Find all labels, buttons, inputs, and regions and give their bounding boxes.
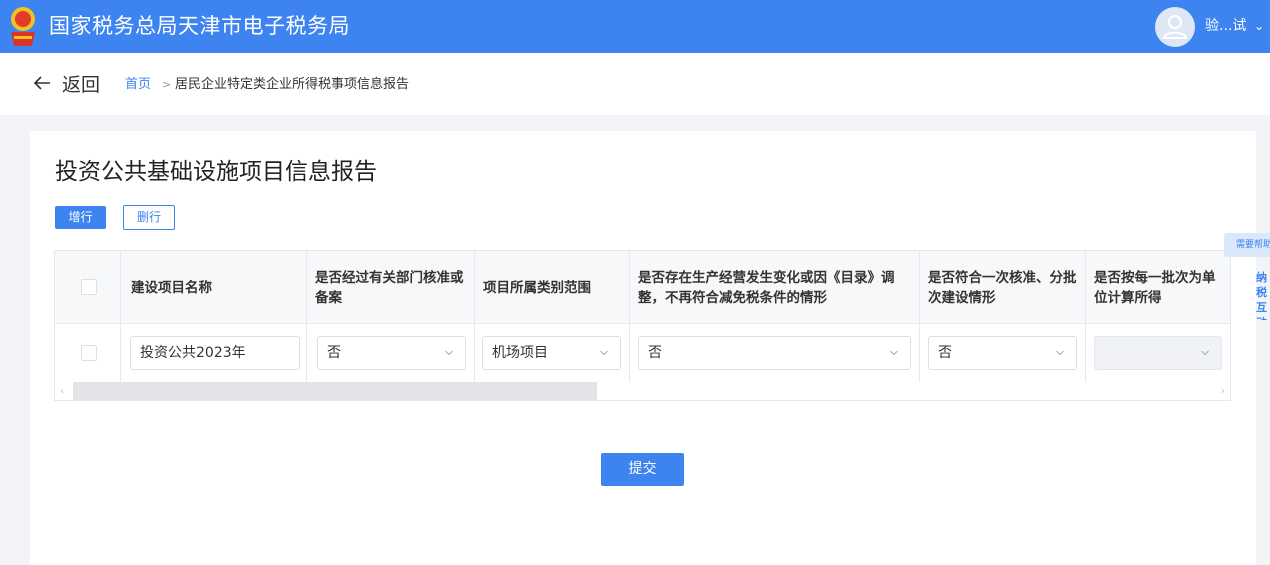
changed-select[interactable]: 否 (638, 336, 911, 370)
select-all-cell (55, 251, 121, 324)
batch-build-select-value: 否 (938, 345, 952, 361)
row-checkbox[interactable] (81, 345, 97, 361)
interaction-float[interactable]: 纳税互动 (1256, 270, 1270, 320)
avatar[interactable] (1155, 7, 1195, 47)
per-batch-cell (1086, 324, 1230, 382)
scroll-thumb[interactable] (73, 382, 597, 400)
per-batch-select[interactable] (1094, 336, 1222, 370)
chevron-down-icon (600, 350, 608, 356)
user-icon (1162, 15, 1188, 39)
project-table: 建设项目名称 是否经过有关部门核准或备案 项目所属类别范围 是否存在生产经营发生… (54, 250, 1231, 401)
scroll-right-icon[interactable]: › (1221, 384, 1225, 398)
back-button[interactable]: 返回 (62, 73, 100, 97)
chevron-down-icon (1056, 350, 1064, 356)
tax-emblem-icon (11, 7, 35, 46)
horizontal-scrollbar[interactable]: ‹ › (55, 382, 1230, 400)
breadcrumb-bar: 返回 首页 > 居民企业特定类企业所得税事项信息报告 (0, 53, 1270, 115)
top-header: 国家税务总局天津市电子税务局 验...试 ⌄ (0, 0, 1270, 53)
chevron-down-icon (890, 350, 898, 356)
row-select-cell (55, 324, 121, 382)
column-header-category: 项目所属类别范围 (475, 251, 630, 324)
main-card: 投资公共基础设施项目信息报告 增行 删行 建设项目名称 是否经过有关部门核准或备… (30, 131, 1256, 565)
select-all-checkbox[interactable] (81, 279, 97, 295)
user-name[interactable]: 验...试 (1205, 16, 1246, 36)
column-header-per-batch: 是否按每一批次为单位计算所得 (1086, 251, 1230, 324)
project-name-input[interactable]: 投资公共2023年 (130, 336, 300, 370)
changed-select-value: 否 (648, 345, 662, 361)
breadcrumb-current: 居民企业特定类企业所得税事项信息报告 (175, 77, 410, 92)
chevron-down-icon (1201, 350, 1209, 356)
column-header-changed: 是否存在生产经营发生变化或因《目录》调整，不再符合减免税条件的情形 (630, 251, 920, 324)
approved-cell: 否 (307, 324, 475, 382)
column-header-project-name: 建设项目名称 (121, 251, 307, 324)
table-row: 投资公共2023年 否 机场项目 否 否 (55, 324, 1230, 382)
chevron-down-icon[interactable]: ⌄ (1254, 18, 1264, 34)
column-header-batch-build: 是否符合一次核准、分批次建设情形 (920, 251, 1086, 324)
page-title: 投资公共基础设施项目信息报告 (55, 159, 377, 185)
approved-select[interactable]: 否 (317, 336, 466, 370)
delete-row-button[interactable]: 删行 (123, 205, 175, 230)
back-arrow-icon[interactable] (33, 75, 51, 91)
category-cell: 机场项目 (475, 324, 630, 382)
changed-cell: 否 (630, 324, 920, 382)
app-title: 国家税务总局天津市电子税务局 (49, 14, 350, 38)
scroll-left-icon[interactable]: ‹ (60, 384, 64, 398)
batch-build-select[interactable]: 否 (928, 336, 1077, 370)
breadcrumb-separator: > (162, 78, 172, 91)
batch-build-cell: 否 (920, 324, 1086, 382)
column-header-approved: 是否经过有关部门核准或备案 (307, 251, 475, 324)
help-tab[interactable]: 需要帮助 (1224, 233, 1270, 257)
submit-button[interactable]: 提交 (601, 453, 684, 486)
category-select[interactable]: 机场项目 (482, 336, 621, 370)
project-name-cell: 投资公共2023年 (121, 324, 307, 382)
breadcrumb-home-link[interactable]: 首页 (125, 76, 151, 94)
approved-select-value: 否 (327, 345, 341, 361)
category-select-value: 机场项目 (492, 345, 548, 361)
user-menu[interactable]: 验...试 ⌄ (1154, 0, 1270, 53)
chevron-down-icon (445, 350, 453, 356)
add-row-button[interactable]: 增行 (55, 206, 106, 229)
table-header: 建设项目名称 是否经过有关部门核准或备案 项目所属类别范围 是否存在生产经营发生… (55, 251, 1230, 324)
